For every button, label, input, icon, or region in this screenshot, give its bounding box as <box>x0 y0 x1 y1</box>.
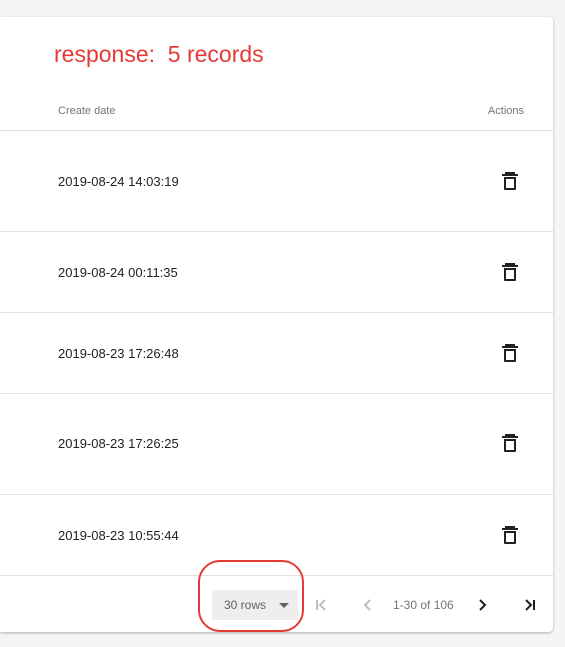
table-row[interactable]: 2019-08-24 14:03:19 <box>0 131 553 232</box>
first-page-icon <box>316 599 326 611</box>
table-row[interactable]: 2019-08-23 17:26:48 <box>0 313 553 394</box>
page-range-text: 1-30 of 106 <box>393 598 454 612</box>
last-page-icon <box>525 599 535 611</box>
records-table-card: response: 5 records Create date Actions … <box>0 17 553 632</box>
column-header-actions: Actions <box>487 105 524 117</box>
column-header-create-date[interactable]: Create date <box>58 105 115 117</box>
create-date-cell: 2019-08-23 10:55:44 <box>58 528 179 543</box>
create-date-cell: 2019-08-23 17:26:48 <box>58 346 179 361</box>
previous-page-button[interactable] <box>356 590 380 620</box>
delete-button[interactable] <box>498 260 522 284</box>
caret-down-icon <box>279 603 289 608</box>
delete-button[interactable] <box>498 523 522 547</box>
chevron-left-icon <box>363 599 371 611</box>
table-row[interactable]: 2019-08-23 17:26:25 <box>0 394 553 495</box>
trash-icon <box>502 263 518 281</box>
create-date-cell: 2019-08-23 17:26:25 <box>58 436 179 451</box>
delete-button[interactable] <box>498 431 522 455</box>
table-row[interactable]: 2019-08-24 00:11:35 <box>0 232 553 313</box>
rows-per-page-value: 30 rows <box>224 598 267 612</box>
create-date-cell: 2019-08-24 00:11:35 <box>58 265 178 280</box>
pagination-bar: 30 rows 1-30 of 106 <box>0 575 553 632</box>
first-page-button[interactable] <box>309 590 333 620</box>
trash-icon <box>502 172 518 190</box>
response-annotation: response: 5 records <box>54 41 264 67</box>
trash-icon <box>502 434 518 452</box>
delete-button[interactable] <box>498 341 522 365</box>
trash-icon <box>502 526 518 544</box>
delete-button[interactable] <box>498 169 522 193</box>
last-page-button[interactable] <box>518 590 542 620</box>
next-page-button[interactable] <box>470 590 494 620</box>
table-header: Create date Actions <box>0 77 553 131</box>
trash-icon <box>502 344 518 362</box>
chevron-right-icon <box>479 599 487 611</box>
create-date-cell: 2019-08-24 14:03:19 <box>58 174 179 189</box>
table-row[interactable]: 2019-08-23 10:55:44 <box>0 495 553 576</box>
rows-per-page-select[interactable]: 30 rows <box>212 590 298 620</box>
